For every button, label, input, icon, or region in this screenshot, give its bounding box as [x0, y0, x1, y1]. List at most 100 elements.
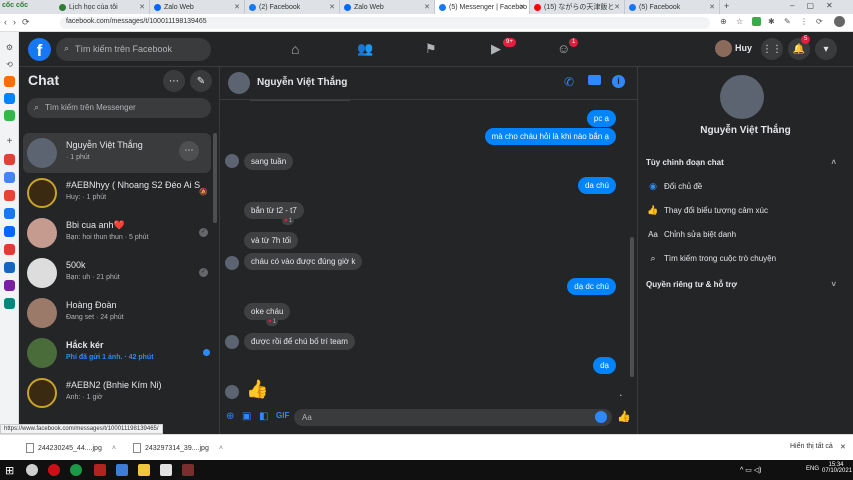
message-bubble-in[interactable]: cháu có vào được đúng giờ k — [244, 253, 363, 270]
shop-icon[interactable] — [4, 76, 15, 87]
phone-icon[interactable]: ✆ — [564, 75, 574, 89]
gmail-icon[interactable] — [4, 154, 15, 165]
watch-icon[interactable]: ▶ — [491, 41, 501, 57]
new-message-icon[interactable]: ✎ — [190, 70, 212, 92]
window-controls[interactable]: –▢✕ — [790, 1, 845, 10]
sticker-icon[interactable]: ◧ — [259, 411, 268, 422]
like-send-icon[interactable]: 👍 — [617, 410, 631, 423]
user-name[interactable]: Huy — [735, 43, 752, 53]
change-theme[interactable]: ◉ Đổi chủ đề — [646, 178, 836, 194]
menu-icon[interactable]: ⋮ — [800, 17, 810, 27]
chat-item[interactable]: #AEBN2 (Bnhie Kím Ni) Anh: · 1 giờ — [23, 373, 211, 413]
close-icon[interactable]: ✕ — [614, 3, 620, 11]
tv-icon[interactable] — [4, 280, 15, 291]
app-icon[interactable] — [116, 464, 128, 476]
chat-item[interactable]: Hắck kér Phí đã gửi 1 ảnh. · 42 phút — [23, 333, 211, 373]
download-item[interactable]: 243297314_39....jpg ˄ — [133, 443, 223, 453]
chat-item[interactable]: Hoàng Đoàn Đang set · 24 phút — [23, 293, 211, 333]
message-bubble-in[interactable]: được rồi để chú bố trí team — [244, 333, 355, 350]
message-bubble-out[interactable]: da chú — [577, 177, 616, 194]
opera-icon[interactable] — [48, 464, 60, 476]
tab-7[interactable]: (5) Facebook ✕ — [625, 0, 720, 14]
tab-2[interactable]: Zalo Web ✕ — [150, 0, 245, 14]
add-icon[interactable]: + — [4, 136, 15, 147]
app-icon[interactable] — [4, 298, 15, 309]
extensions-icon[interactable]: ✱ — [768, 17, 778, 27]
contact-avatar[interactable] — [228, 72, 250, 94]
nav-buttons[interactable]: ‹›⟳ — [4, 17, 36, 28]
new-tab-button[interactable]: + — [724, 1, 729, 11]
zalo-icon[interactable] — [4, 226, 15, 237]
close-icon[interactable]: ✕ — [424, 3, 430, 11]
coccoc-icon[interactable] — [70, 464, 82, 476]
close-icon[interactable]: ✕ — [329, 3, 335, 11]
message-input[interactable]: Aa — [294, 409, 612, 426]
account-dropdown-icon[interactable]: ▾ — [815, 38, 837, 60]
search-icon[interactable] — [26, 464, 38, 476]
message-bubble-out[interactable]: mà cho cháu hỏi là khi nào bắn ạ — [484, 128, 616, 145]
section-customize[interactable]: Tùy chỉnh đoạn chat ˄ — [646, 154, 836, 170]
message-bubble-out[interactable]: pc ạ — [586, 110, 616, 127]
chat-item[interactable]: #AEBNhyy ( Nhoang S2 Đéo Ai S1) Huy: · 1… — [23, 173, 211, 213]
tab-4[interactable]: Zalo Web ✕ — [340, 0, 435, 14]
change-emoji[interactable]: 👍 Thay đổi biểu tượng cảm xúc — [646, 202, 836, 218]
chevron-up-icon[interactable]: ˄ — [112, 445, 116, 452]
profile-avatar[interactable] — [834, 16, 845, 27]
edit-nicknames[interactable]: Aa Chỉnh sửa biệt danh — [646, 226, 836, 242]
message-bubble-out[interactable]: dạ dc chú — [567, 278, 616, 295]
chat-options-icon[interactable]: ⋯ — [179, 141, 199, 161]
game-app-icon[interactable] — [94, 464, 106, 476]
tab-1[interactable]: Lịch học của tôi ✕ — [55, 0, 150, 14]
message-bubble-out[interactable]: dạ — [593, 357, 616, 374]
download-icon[interactable] — [752, 17, 761, 26]
reaction[interactable]: ♥ 1 — [266, 317, 278, 326]
language-indicator[interactable]: ENG — [806, 466, 819, 472]
tab-3[interactable]: (2) Facebook ✕ — [245, 0, 340, 14]
message-bubble-in[interactable]: và từ 7h tối — [244, 232, 299, 249]
show-all-downloads[interactable]: Hiển thị tất cả — [790, 443, 833, 450]
chat-item[interactable]: Bbi cua anh❤️ Bạn: hoi thun thun · 5 phú… — [23, 213, 211, 253]
close-icon[interactable]: ✕ — [234, 3, 240, 11]
video-call-icon[interactable] — [588, 75, 601, 85]
image-icon[interactable]: ▣ — [242, 411, 251, 422]
facebook-icon[interactable] — [4, 208, 15, 219]
chat-item[interactable]: 500k Bạn: uh · 21 phút ✓ — [23, 253, 211, 293]
home-icon[interactable]: ⌂ — [291, 41, 299, 57]
messenger-icon[interactable] — [4, 93, 15, 104]
history-icon[interactable]: ⟲ — [4, 59, 15, 70]
clock[interactable]: 15:34 07/10/2021 — [822, 462, 852, 474]
friends-icon[interactable]: 👥 — [357, 41, 373, 57]
contact-name[interactable]: Nguyễn Việt Thắng — [257, 77, 347, 88]
more-options-icon[interactable]: ⋯ — [163, 70, 185, 92]
translate-app-icon[interactable] — [4, 262, 15, 273]
game-icon[interactable] — [4, 110, 15, 121]
close-icon[interactable]: ✕ — [519, 3, 525, 11]
search-in-conversation[interactable]: ⌕ Tìm kiếm trong cuộc trò chuyện — [646, 250, 836, 266]
close-icon[interactable]: ✕ — [139, 3, 145, 11]
gif-icon[interactable]: GIF — [276, 411, 289, 420]
reaction[interactable]: ♥ 1 — [282, 216, 294, 225]
messenger-search[interactable]: ⌕ Tìm kiếm trên Messenger — [27, 98, 211, 118]
chat-item[interactable]: Nguyễn Việt Thắng · 1 phút ⋯ — [23, 133, 211, 173]
contact-avatar-large[interactable] — [720, 75, 764, 119]
news-icon[interactable] — [4, 244, 15, 255]
pages-icon[interactable]: ⚑ — [425, 41, 437, 57]
url-field[interactable]: facebook.com/messages/t/100011198139465 — [60, 17, 710, 29]
section-privacy[interactable]: Quyền riêng tư & hỗ trợ ˅ — [646, 276, 836, 292]
info-icon[interactable]: i — [612, 75, 625, 88]
add-icon[interactable]: ⊕ — [226, 411, 234, 422]
google-icon[interactable] — [4, 172, 15, 183]
translate-icon[interactable]: ⊕ — [720, 17, 730, 27]
tray-icons[interactable]: ^ ▭ ◁) — [740, 466, 762, 474]
settings-icon[interactable]: ⚙ — [4, 42, 15, 53]
facebook-logo[interactable]: f — [28, 38, 51, 61]
download-item[interactable]: 244230245_44....jpg ˄ — [26, 443, 116, 453]
facebook-search[interactable]: ⌕ Tìm kiếm trên Facebook — [56, 38, 211, 61]
close-icon[interactable]: ✕ — [709, 3, 715, 11]
google-icon-2[interactable] — [4, 190, 15, 201]
emoji-icon[interactable] — [595, 411, 607, 423]
star-icon[interactable]: ☆ — [736, 17, 746, 27]
close-icon[interactable]: ✕ — [840, 443, 846, 451]
file-explorer-icon[interactable] — [138, 464, 150, 476]
chevron-up-icon[interactable]: ˄ — [219, 445, 223, 452]
